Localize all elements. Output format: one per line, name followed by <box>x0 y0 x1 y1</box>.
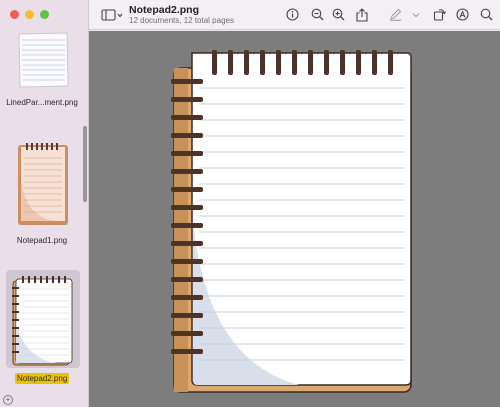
document-canvas <box>89 31 500 407</box>
info-button[interactable] <box>285 7 299 22</box>
info-icon <box>285 8 299 21</box>
zoom-out-icon <box>311 8 323 21</box>
search-button[interactable] <box>479 7 493 22</box>
notepad2-thumbnail <box>12 276 73 366</box>
notepad1-thumbnail <box>18 143 68 225</box>
toolbar: Notepad2.png 12 documents, 12 total page… <box>89 0 500 30</box>
thumbnail-sidebar: LinedPar...ment.png Notepad1.png Notepad… <box>0 0 89 407</box>
notepad-image <box>171 50 412 393</box>
thumbnail-item-notepad2[interactable] <box>0 270 84 385</box>
thumbnail-item-linedpaper[interactable]: LinedPar...ment.png <box>0 28 84 110</box>
sidebar-toggle-icon <box>101 8 123 21</box>
sidebar-scrollbar[interactable] <box>83 126 87 202</box>
zoom-window-button[interactable] <box>40 10 49 19</box>
share-button[interactable] <box>355 7 369 22</box>
rotate-button[interactable] <box>432 7 446 22</box>
zoom-in-button[interactable] <box>331 7 345 22</box>
highlight-pen-icon <box>389 8 401 21</box>
sidebar-toggle-button[interactable] <box>100 7 124 22</box>
window-controls <box>10 10 49 19</box>
minimize-window-button[interactable] <box>25 10 34 19</box>
zoom-in-icon <box>332 8 344 21</box>
chevron-down-icon <box>412 12 420 17</box>
highlight-options-button[interactable] <box>411 7 421 22</box>
thumbnail-label: LinedPar...ment.png <box>6 98 78 107</box>
rotate-icon <box>433 9 446 21</box>
highlight-button[interactable] <box>388 7 402 22</box>
thumbnail-label: Notepad1.png <box>16 236 68 245</box>
add-page-button[interactable]: + <box>3 395 13 405</box>
search-icon <box>480 8 492 21</box>
share-icon <box>356 7 368 22</box>
close-window-button[interactable] <box>10 10 19 19</box>
zoom-out-button[interactable] <box>310 7 324 22</box>
markup-button[interactable] <box>455 7 469 22</box>
lined-paper-thumbnail <box>18 32 69 88</box>
markup-icon <box>455 8 469 21</box>
document-title: Notepad2.png <box>129 4 199 16</box>
thumbnail-item-notepad1[interactable]: Notepad1.png <box>0 138 84 248</box>
preview-window: LinedPar...ment.png Notepad1.png Notepad… <box>0 0 500 407</box>
document-subtitle: 12 documents, 12 total pages <box>129 16 234 25</box>
thumbnail-label-selected: Notepad2.png <box>15 373 70 384</box>
